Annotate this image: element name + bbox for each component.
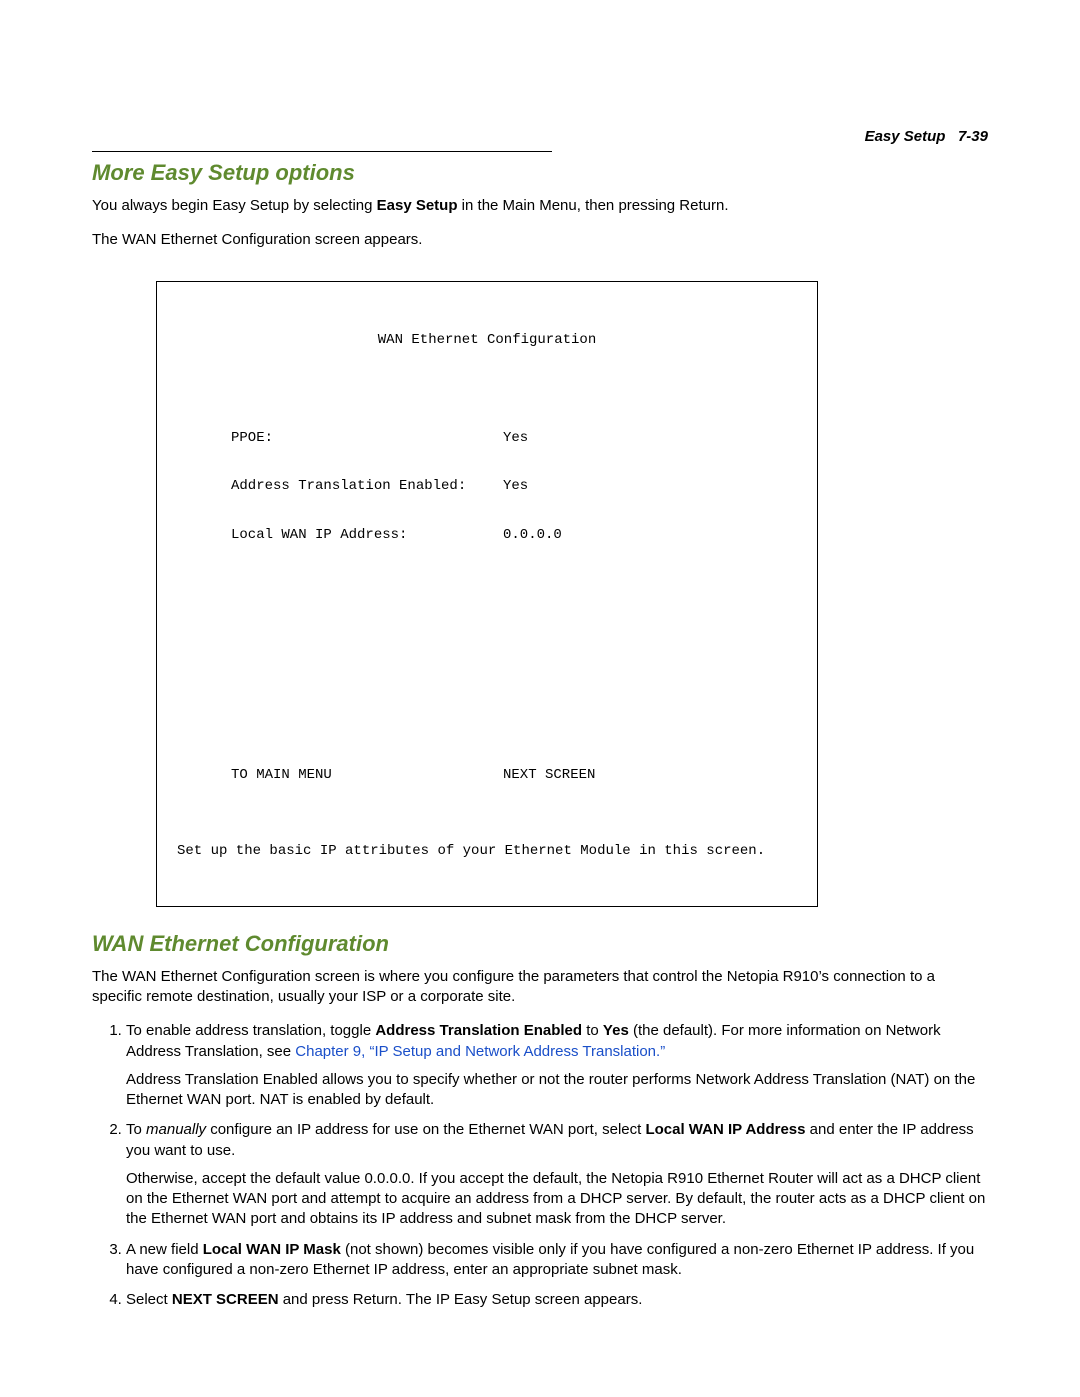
terminal-fields: PPOE:Yes Address Translation Enabled:Yes… <box>231 398 807 575</box>
intro-paragraph-1: You always begin Easy Setup by selecting… <box>92 196 988 216</box>
step-4: Select NEXT SCREEN and press Return. The… <box>126 1290 988 1310</box>
running-title: Easy Setup <box>865 128 946 145</box>
running-head: Easy Setup 7-39 <box>92 128 988 145</box>
step-2-detail: Otherwise, accept the default value 0.0.… <box>126 1169 988 1230</box>
terminal-nav-main-menu: TO MAIN MENU <box>231 767 503 783</box>
page-ref: 7-39 <box>958 128 988 145</box>
step-2: To manually configure an IP address for … <box>126 1120 988 1229</box>
xref-chapter-9[interactable]: Chapter 9, “IP Setup and Network Address… <box>295 1043 665 1060</box>
terminal-nav-next-screen: NEXT SCREEN <box>503 767 595 783</box>
terminal-title: WAN Ethernet Configuration <box>167 332 807 348</box>
terminal-row-ppoe: PPOE:Yes <box>231 430 807 446</box>
page: Easy Setup 7-39 More Easy Setup options … <box>0 0 1080 1397</box>
step-1-detail: Address Translation Enabled allows you t… <box>126 1070 988 1111</box>
step-3: A new field Local WAN IP Mask (not shown… <box>126 1240 988 1281</box>
steps-list: To enable address translation, toggle Ad… <box>92 1021 988 1310</box>
intro-paragraph-2: The WAN Ethernet Configuration screen ap… <box>92 230 988 250</box>
terminal-wrap: WAN Ethernet Configuration PPOE:Yes Addr… <box>156 281 988 907</box>
terminal-row-local-wan-ip: Local WAN IP Address:0.0.0.0 <box>231 527 807 543</box>
section-title-wan-config: WAN Ethernet Configuration <box>92 931 988 957</box>
step-1: To enable address translation, toggle Ad… <box>126 1021 988 1110</box>
terminal-nav: TO MAIN MENUNEXT SCREEN <box>231 767 807 783</box>
section-title-more-options: More Easy Setup options <box>92 160 988 186</box>
header-rule <box>92 151 552 152</box>
wan-intro: The WAN Ethernet Configuration screen is… <box>92 967 988 1008</box>
terminal-screen: WAN Ethernet Configuration PPOE:Yes Addr… <box>156 281 818 907</box>
bold-easy-setup: Easy Setup <box>377 197 458 214</box>
terminal-footer: Set up the basic IP attributes of your E… <box>177 843 807 859</box>
terminal-row-addr-trans: Address Translation Enabled:Yes <box>231 478 807 494</box>
